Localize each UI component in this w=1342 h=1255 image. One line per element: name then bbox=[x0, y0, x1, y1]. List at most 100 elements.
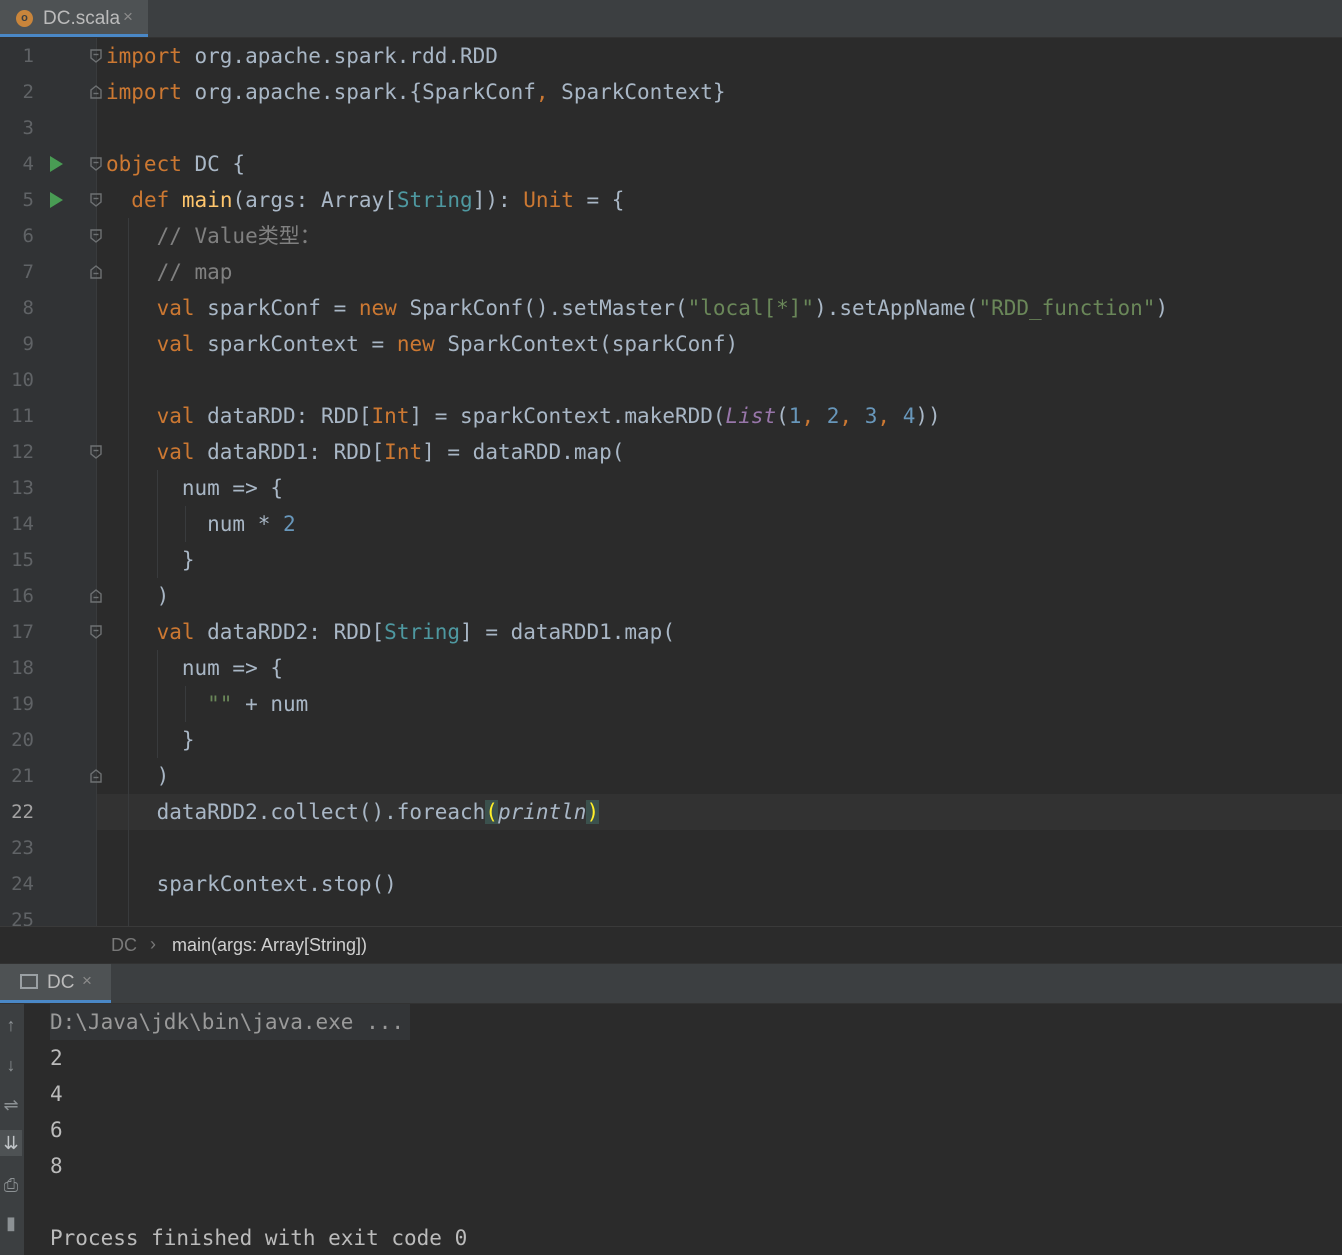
line-number: 13 bbox=[11, 477, 34, 499]
fold-end-icon[interactable] bbox=[89, 769, 103, 783]
console-toolbar: ↑ ↓ ⇌ ⇊ ⎙ ▮ bbox=[0, 1004, 24, 1255]
breadcrumb-method[interactable]: main(args: Array[String]) bbox=[172, 935, 367, 956]
code-line-7: 7 // map bbox=[0, 254, 1342, 290]
code-text: num => { bbox=[106, 476, 284, 500]
code-line-16: 16 ) bbox=[0, 578, 1342, 614]
fold-end-icon[interactable] bbox=[89, 265, 103, 279]
line-number: 8 bbox=[22, 297, 34, 319]
fold-start-icon[interactable] bbox=[89, 157, 103, 171]
code-text: val dataRDD2: RDD[String] = dataRDD1.map… bbox=[156, 620, 675, 644]
line-number: 23 bbox=[11, 837, 34, 859]
line-number: 5 bbox=[22, 189, 34, 211]
line-number: 25 bbox=[11, 909, 34, 926]
line-number: 7 bbox=[22, 261, 34, 283]
run-gutter-icon[interactable] bbox=[50, 156, 63, 172]
scroll-to-end-icon[interactable]: ⇊ bbox=[0, 1130, 22, 1156]
line-number: 17 bbox=[11, 621, 34, 643]
console-icon bbox=[20, 974, 38, 989]
code-line-18: 18 num => { bbox=[0, 650, 1342, 686]
code-text: // map bbox=[156, 260, 233, 284]
code-text: val sparkConf = new SparkConf().setMaste… bbox=[156, 296, 1169, 320]
code-text: num => { bbox=[106, 656, 284, 680]
line-number: 19 bbox=[11, 693, 34, 715]
code-text: def main(args: Array[String]): Unit = { bbox=[131, 188, 625, 212]
soft-wrap-icon[interactable]: ⇌ bbox=[0, 1092, 22, 1118]
line-number: 20 bbox=[11, 729, 34, 751]
code-line-9: 9 val sparkContext = new SparkContext(sp… bbox=[0, 326, 1342, 362]
code-text: } bbox=[106, 728, 195, 752]
code-line-12: 12 val dataRDD1: RDD[Int] = dataRDD.map( bbox=[0, 434, 1342, 470]
fold-start-icon[interactable] bbox=[89, 49, 103, 63]
code-text: val dataRDD: RDD[Int] = sparkContext.mak… bbox=[156, 404, 941, 428]
editor-tab-bar: o DC.scala × bbox=[0, 0, 1342, 38]
code-line-22: 22 dataRDD2.collect().foreach(println) bbox=[0, 794, 1342, 830]
line-number: 22 bbox=[11, 801, 34, 823]
code-text: } bbox=[106, 548, 195, 572]
line-number: 14 bbox=[11, 513, 34, 535]
run-tool-window-tabs: DC × bbox=[0, 964, 1342, 1004]
code-line-10: 10 bbox=[0, 362, 1342, 398]
fold-end-icon[interactable] bbox=[89, 85, 103, 99]
line-number: 1 bbox=[22, 45, 34, 67]
line-number: 6 bbox=[22, 225, 34, 247]
code-text: import org.apache.spark.{SparkConf, Spar… bbox=[106, 80, 726, 104]
up-arrow-icon[interactable]: ↑ bbox=[0, 1012, 22, 1038]
code-line-14: 14 num * 2 bbox=[0, 506, 1342, 542]
tab-run-dc[interactable]: DC × bbox=[0, 964, 111, 1003]
scala-object-icon: o bbox=[16, 10, 33, 27]
chevron-right-icon: › bbox=[150, 934, 156, 954]
fold-start-icon[interactable] bbox=[89, 625, 103, 639]
code-line-25: 25 bbox=[0, 902, 1342, 926]
code-text: val dataRDD1: RDD[Int] = dataRDD.map( bbox=[156, 440, 625, 464]
code-line-6: 6 // Value类型： bbox=[0, 218, 1342, 254]
code-line-3: 3 bbox=[0, 110, 1342, 146]
code-line-4: 4 object DC { bbox=[0, 146, 1342, 182]
code-text: ) bbox=[106, 764, 170, 788]
tab-label: DC.scala bbox=[43, 8, 121, 29]
breadcrumb-object[interactable]: DC bbox=[111, 935, 137, 956]
run-console[interactable]: ↑ ↓ ⇌ ⇊ ⎙ ▮ D:\Java\jdk\bin\java.exe ...… bbox=[0, 1004, 1342, 1255]
close-icon[interactable]: × bbox=[123, 7, 133, 27]
code-line-17: 17 val dataRDD2: RDD[String] = dataRDD1.… bbox=[0, 614, 1342, 650]
code-line-15: 15 } bbox=[0, 542, 1342, 578]
code-line-2: 2 import org.apache.spark.{SparkConf, Sp… bbox=[0, 74, 1342, 110]
run-tab-label: DC bbox=[47, 972, 75, 993]
code-line-23: 23 bbox=[0, 830, 1342, 866]
console-command: D:\Java\jdk\bin\java.exe ... bbox=[50, 1004, 411, 1040]
code-line-11: 11 val dataRDD: RDD[Int] = sparkContext.… bbox=[0, 398, 1342, 434]
code-text: object DC { bbox=[106, 152, 246, 176]
code-text: num * 2 bbox=[106, 512, 296, 536]
process-finished-message: Process finished with exit code 0 bbox=[50, 1226, 468, 1250]
fold-start-icon[interactable] bbox=[89, 445, 103, 459]
fold-start-icon[interactable] bbox=[89, 229, 103, 243]
code-line-19: 19 "" + num bbox=[0, 686, 1342, 722]
run-gutter-icon[interactable] bbox=[50, 192, 63, 208]
fold-end-icon[interactable] bbox=[89, 589, 103, 603]
code-text: ) bbox=[106, 584, 170, 608]
line-number: 15 bbox=[11, 549, 34, 571]
console-output-line: 8 bbox=[50, 1154, 63, 1178]
console-output-line: 6 bbox=[50, 1118, 63, 1142]
line-number: 21 bbox=[11, 765, 34, 787]
code-line-5: 5 def main(args: Array[String]): Unit = … bbox=[0, 182, 1342, 218]
code-text: import org.apache.spark.rdd.RDD bbox=[106, 44, 498, 68]
tab-dc-scala[interactable]: o DC.scala × bbox=[0, 0, 148, 37]
code-line-24: 24 sparkContext.stop() bbox=[0, 866, 1342, 902]
line-number: 16 bbox=[11, 585, 34, 607]
print-icon[interactable]: ⎙ bbox=[0, 1172, 22, 1198]
line-number: 4 bbox=[22, 153, 34, 175]
down-arrow-icon[interactable]: ↓ bbox=[0, 1052, 22, 1078]
console-output-line: 2 bbox=[50, 1046, 63, 1070]
close-icon[interactable]: × bbox=[82, 971, 92, 991]
line-number: 11 bbox=[11, 405, 34, 427]
code-text: dataRDD2.collect().foreach(println) bbox=[106, 800, 600, 824]
code-text: "" + num bbox=[207, 692, 309, 716]
line-number: 24 bbox=[11, 873, 34, 895]
breadcrumb: DC › main(args: Array[String]) bbox=[0, 926, 1342, 964]
code-editor[interactable]: 1 import org.apache.spark.rdd.RDD 2 impo… bbox=[0, 38, 1342, 926]
trash-icon[interactable]: ▮ bbox=[0, 1210, 22, 1236]
code-text: sparkContext.stop() bbox=[106, 872, 397, 896]
code-line-21: 21 ) bbox=[0, 758, 1342, 794]
fold-start-icon[interactable] bbox=[89, 193, 103, 207]
code-line-1: 1 import org.apache.spark.rdd.RDD bbox=[0, 38, 1342, 74]
